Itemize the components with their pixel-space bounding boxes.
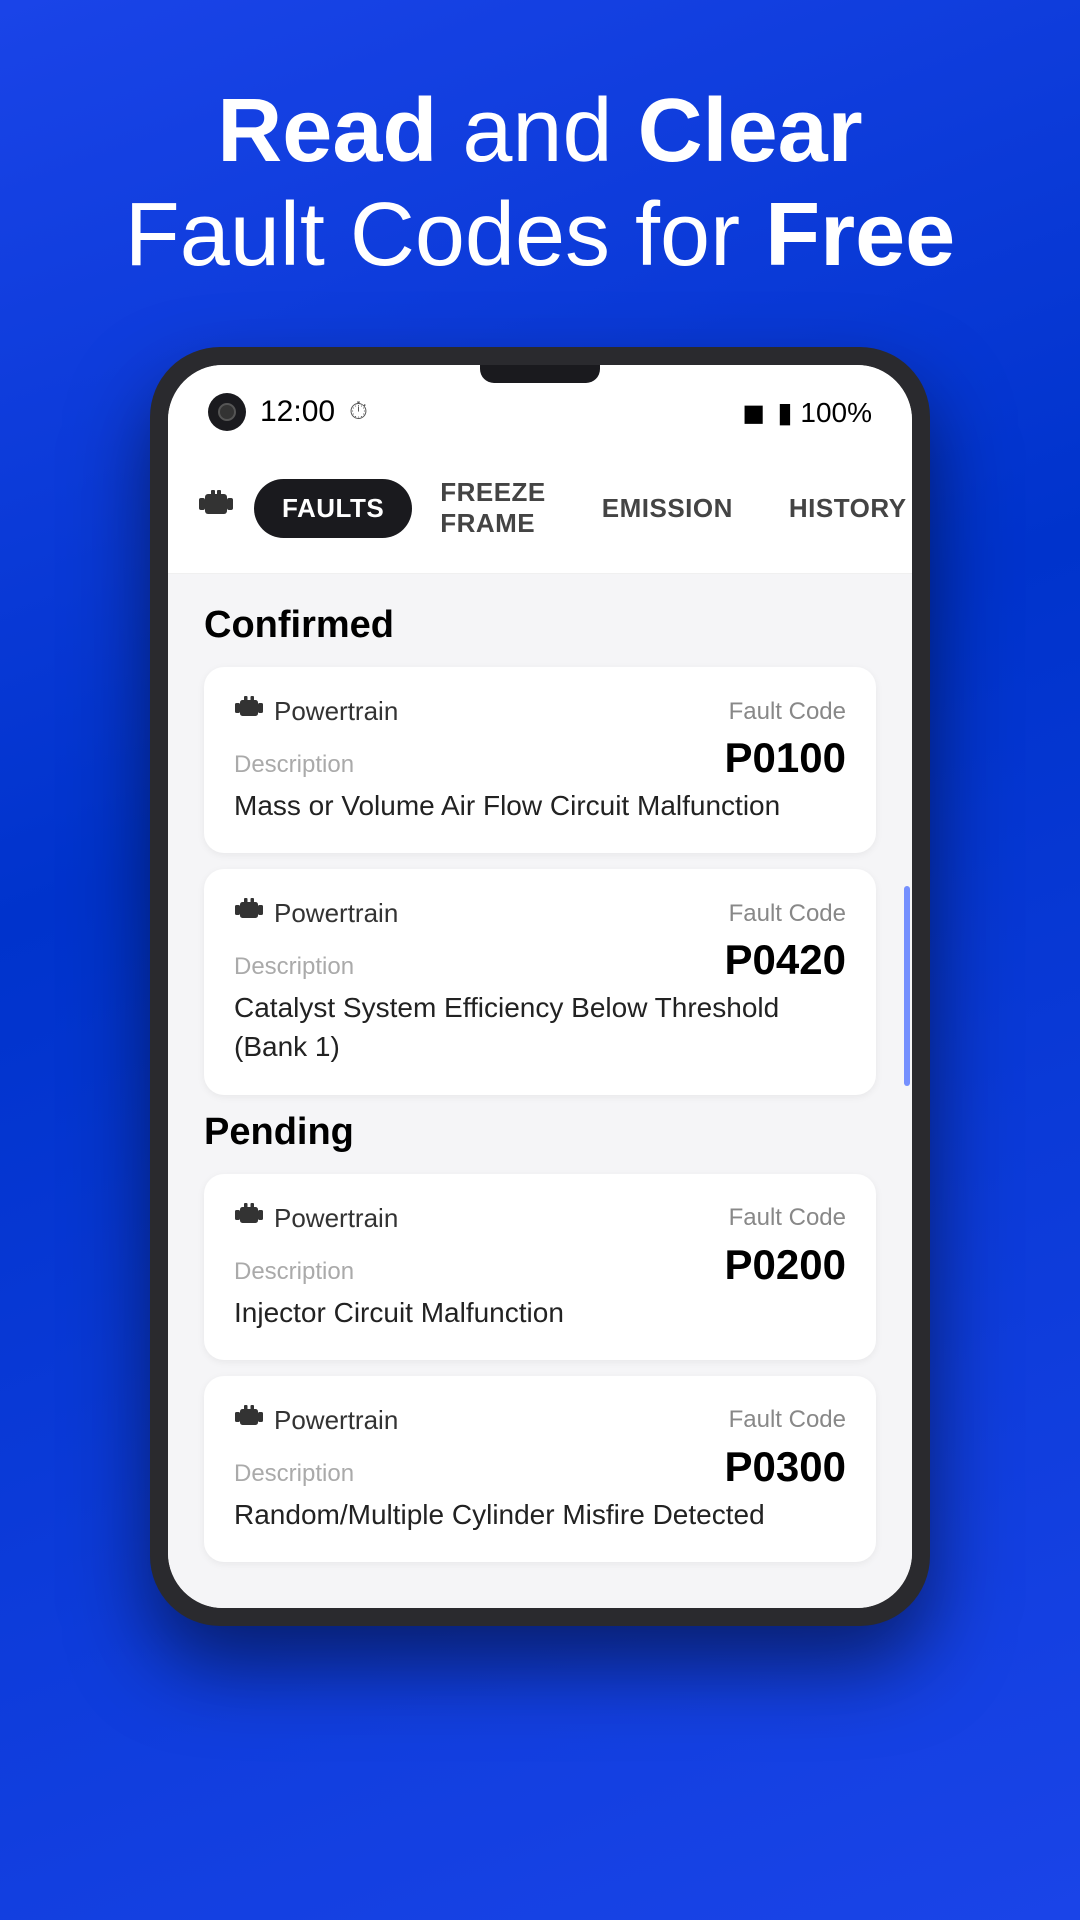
fault-description-text-2: Catalyst System Efficiency Below Thresho… bbox=[234, 988, 846, 1066]
nav-bar: Faults Freeze Frame Emission History bbox=[168, 447, 912, 574]
wifi-icon: ◼ bbox=[742, 396, 765, 429]
pending-card-1-header: Powertrain Fault Code bbox=[234, 1202, 846, 1235]
hero-free: Free bbox=[765, 185, 955, 285]
pending-fault-system-1: Powertrain bbox=[234, 1202, 398, 1235]
pending-fault-system-2: Powertrain bbox=[234, 1404, 398, 1437]
tab-emission[interactable]: Emission bbox=[574, 479, 761, 538]
fault-code-label-2: Fault Code bbox=[729, 900, 846, 928]
nav-engine-icon bbox=[198, 488, 234, 528]
status-right: ◼ ▮ 100% bbox=[742, 396, 872, 429]
fault-desc-row-1: Description P0100 bbox=[234, 734, 846, 782]
fault-description-text-1: Mass or Volume Air Flow Circuit Malfunct… bbox=[234, 786, 846, 825]
fault-card-2-header: Powertrain Fault Code bbox=[234, 897, 846, 930]
pending-section-title: Pending bbox=[204, 1111, 876, 1154]
pending-desc-row-2: Description P0300 bbox=[234, 1443, 846, 1491]
tab-freeze-frame[interactable]: Freeze Frame bbox=[412, 463, 574, 553]
engine-icon-4 bbox=[234, 1404, 264, 1437]
pending-fault-code-label-1: Fault Code bbox=[729, 1204, 846, 1232]
timer-icon: ⏱ bbox=[349, 398, 368, 426]
hero-clear: Clear bbox=[638, 81, 863, 181]
engine-icon-1 bbox=[234, 695, 264, 728]
screen-content: Confirmed Po bbox=[168, 574, 912, 1608]
tab-history[interactable]: History bbox=[761, 479, 912, 538]
pending-fault-card-2[interactable]: Powertrain Fault Code Description P0300 … bbox=[204, 1376, 876, 1562]
phone-notch bbox=[480, 365, 600, 383]
phone-screen: 12:00 ⏱ ◼ ▮ 100% bbox=[168, 365, 912, 1608]
phone-mockup: 12:00 ⏱ ◼ ▮ 100% bbox=[150, 347, 930, 1626]
pending-fault-code-value-2: P0300 bbox=[725, 1443, 846, 1491]
fault-card-1-header: Powertrain Fault Code bbox=[234, 695, 846, 728]
pending-fault-card-1[interactable]: Powertrain Fault Code Description P0200 … bbox=[204, 1174, 876, 1360]
pending-description-text-2: Random/Multiple Cylinder Misfire Detecte… bbox=[234, 1495, 846, 1534]
confirmed-fault-card-1[interactable]: Powertrain Fault Code Description P0100 … bbox=[204, 667, 876, 853]
pending-fault-code-label-2: Fault Code bbox=[729, 1406, 846, 1434]
fault-code-value-1: P0100 bbox=[725, 734, 846, 782]
engine-icon-3 bbox=[234, 1202, 264, 1235]
engine-icon-2 bbox=[234, 897, 264, 930]
pending-description-text-1: Injector Circuit Malfunction bbox=[234, 1293, 846, 1332]
pending-fault-code-value-1: P0200 bbox=[725, 1241, 846, 1289]
fault-system-2: Powertrain bbox=[234, 897, 398, 930]
fault-code-value-2: P0420 bbox=[725, 936, 846, 984]
hero-subtitle-normal: Fault Codes for bbox=[125, 185, 765, 285]
status-left: 12:00 ⏱ bbox=[208, 393, 368, 431]
fault-system-1: Powertrain bbox=[234, 695, 398, 728]
fault-desc-row-2: Description P0420 bbox=[234, 936, 846, 984]
confirmed-section-title: Confirmed bbox=[204, 604, 876, 647]
pending-desc-row-1: Description P0200 bbox=[234, 1241, 846, 1289]
status-time: 12:00 bbox=[260, 395, 335, 429]
battery-indicator: ▮ 100% bbox=[777, 396, 872, 429]
pending-card-2-header: Powertrain Fault Code bbox=[234, 1404, 846, 1437]
hero-read: Read bbox=[217, 81, 437, 181]
camera-icon bbox=[208, 393, 246, 431]
scroll-indicator bbox=[904, 886, 910, 1086]
tab-faults[interactable]: Faults bbox=[254, 479, 412, 538]
hero-section: Read and Clear Fault Codes for Free bbox=[65, 80, 1015, 287]
hero-and: and bbox=[462, 81, 612, 181]
confirmed-fault-card-2[interactable]: Powertrain Fault Code Description P0420 … bbox=[204, 869, 876, 1094]
fault-code-label-1: Fault Code bbox=[729, 698, 846, 726]
